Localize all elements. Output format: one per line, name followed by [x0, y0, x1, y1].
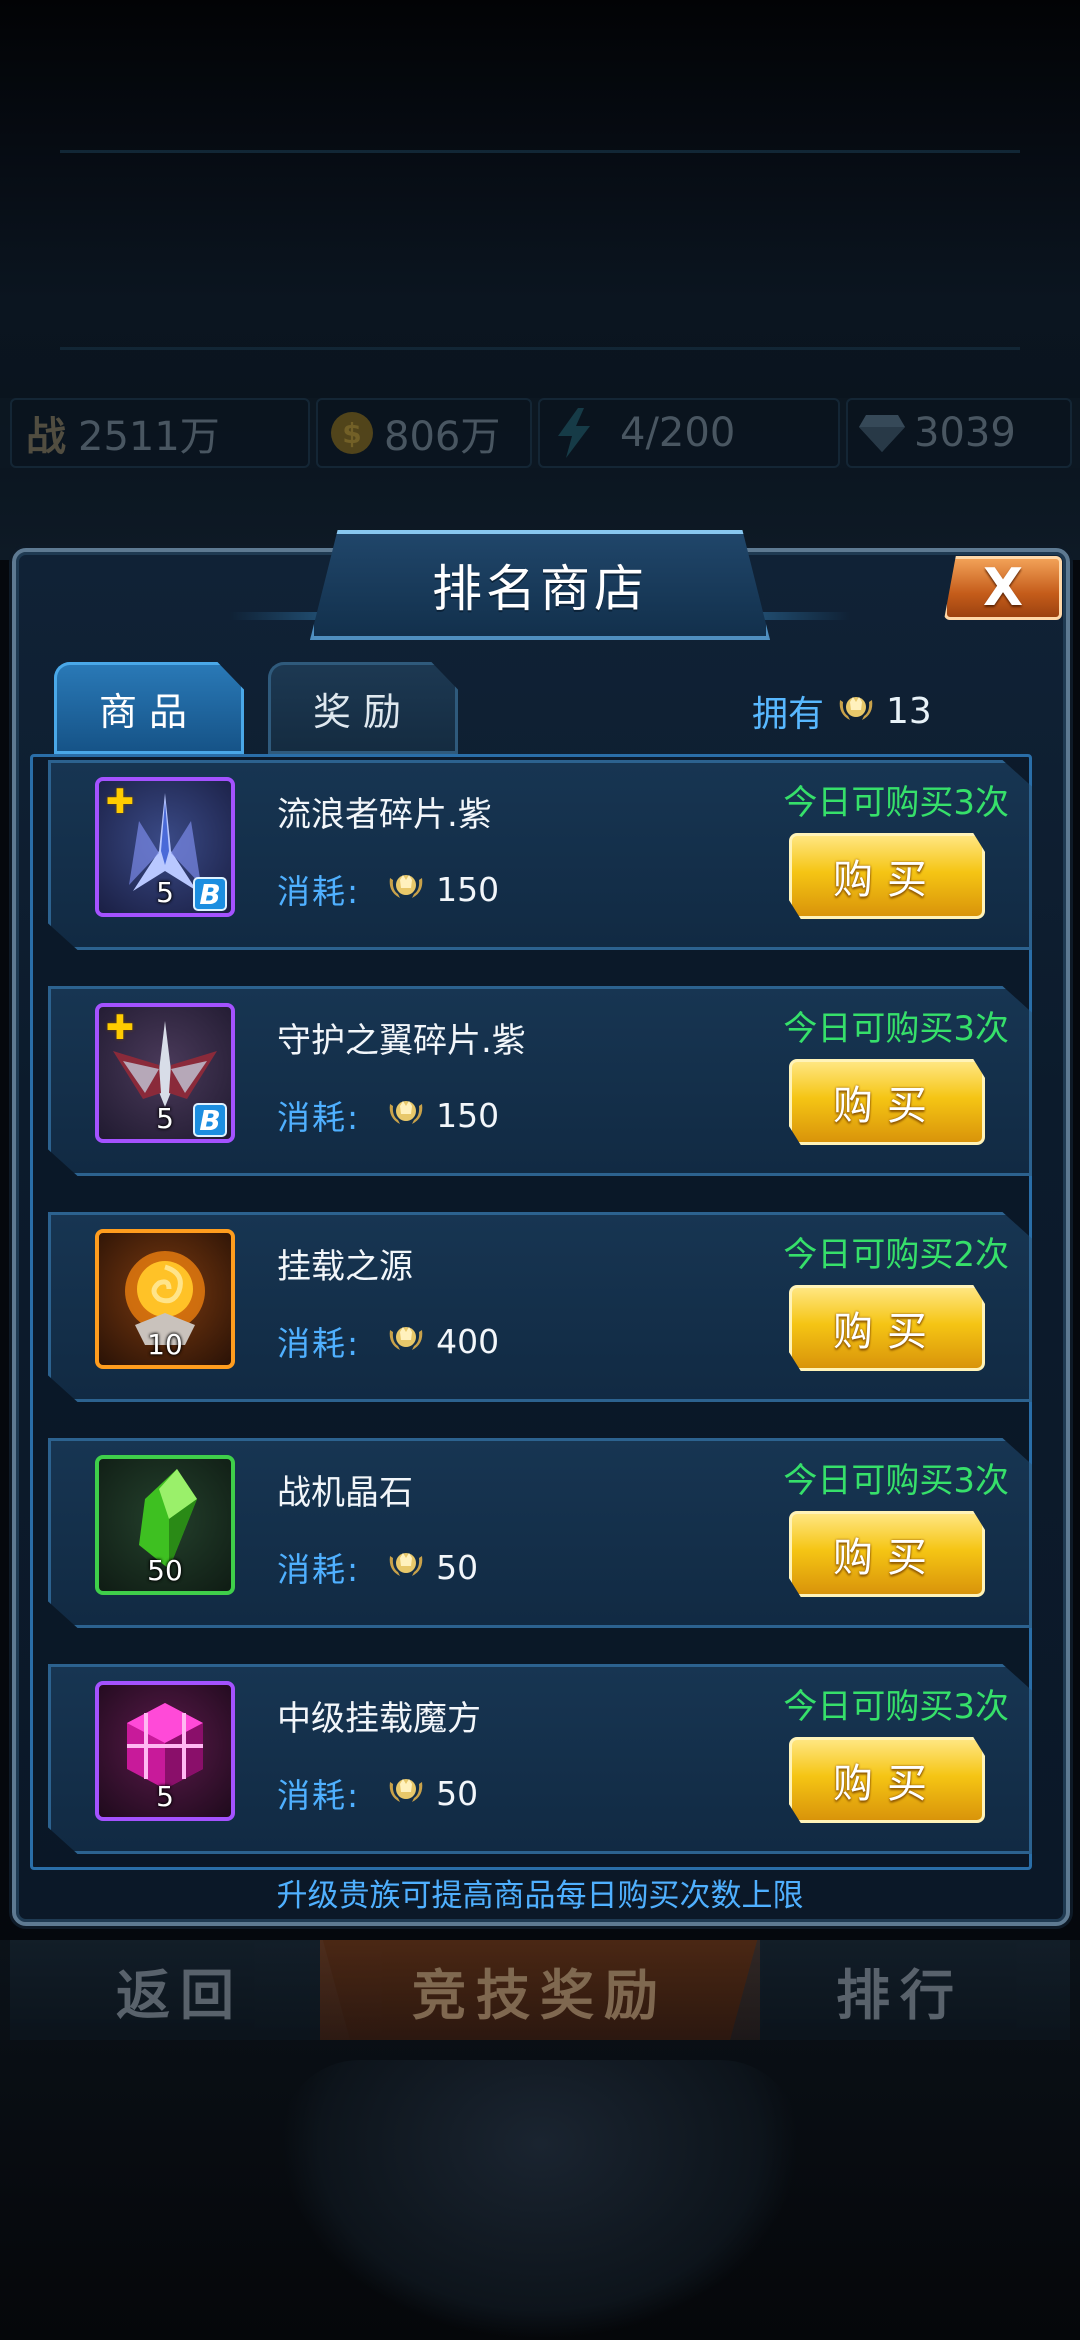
item-quantity: 10 [147, 1328, 183, 1361]
power-icon: 战 [26, 414, 66, 460]
item-cost: 消耗: 50 [277, 1543, 478, 1591]
laurel-crown-icon [386, 1094, 426, 1136]
daily-limit: 今日可购买3次 [783, 1687, 1009, 1727]
item-thumbnail[interactable]: 50 [95, 1455, 235, 1595]
owned-label: 拥有 [752, 694, 825, 735]
daily-limit: 今日可购买3次 [783, 1461, 1009, 1501]
item-thumbnail[interactable]: 5 [95, 1681, 235, 1821]
gold-value: 806万 [384, 414, 501, 460]
shop-item: ✚ 5 B 流浪者碎片.紫 消耗: 150 今日可购买3次 购买 [48, 760, 1032, 950]
buy-button[interactable]: 购买 [789, 1511, 985, 1597]
upgrade-plus-icon: ✚ [105, 1008, 135, 1048]
diamond-value: 3039 [914, 410, 1016, 456]
cost-label: 消耗: [277, 872, 361, 911]
item-name: 守护之翼碎片.紫 [277, 1021, 526, 1061]
energy-indicator: 4/200 [538, 398, 840, 468]
cost-label: 消耗: [277, 1098, 361, 1137]
cost-value: 150 [436, 869, 500, 909]
cost-value: 50 [436, 1773, 479, 1813]
power-indicator: 战 2511万 [10, 398, 310, 468]
arena-rewards-button[interactable]: 竞技奖励 [320, 1940, 760, 2040]
game-background-top [0, 0, 1080, 560]
cost-label: 消耗: [277, 1324, 361, 1363]
item-name: 流浪者碎片.紫 [277, 795, 492, 835]
buy-button[interactable]: 购买 [789, 833, 985, 919]
gold-coin-icon: $ [328, 409, 376, 457]
diamond-icon [858, 409, 906, 457]
item-quantity: 50 [147, 1554, 183, 1587]
item-name: 挂载之源 [277, 1247, 413, 1287]
shop-item: 5 中级挂载魔方 消耗: 50 今日可购买3次 购买 [48, 1664, 1032, 1854]
buy-button[interactable]: 购买 [789, 1737, 985, 1823]
item-name: 战机晶石 [277, 1473, 413, 1513]
background-frame [60, 150, 1020, 350]
cost-label: 消耗: [277, 1776, 361, 1815]
shop-item: 50 战机晶石 消耗: 50 今日可购买3次 购买 [48, 1438, 1032, 1628]
item-thumbnail[interactable]: 10 [95, 1229, 235, 1369]
item-thumbnail[interactable]: ✚ 5 B [95, 777, 235, 917]
item-cost: 消耗: 150 [277, 865, 499, 913]
buy-button[interactable]: 购买 [789, 1059, 985, 1145]
laurel-crown-icon [386, 868, 426, 910]
title-plate: 排名商店 [310, 530, 770, 640]
diamond-indicator: 3039 [846, 398, 1072, 468]
ranking-button[interactable]: 排行 [730, 1940, 1070, 2040]
laurel-crown-icon [386, 1320, 426, 1362]
laurel-crown-icon [386, 1772, 426, 1814]
cost-value: 150 [436, 1095, 500, 1135]
item-cost: 消耗: 400 [277, 1317, 499, 1365]
daily-limit: 今日可购买3次 [783, 1009, 1009, 1049]
shop-item: 10 挂载之源 消耗: 400 今日可购买2次 购买 [48, 1212, 1032, 1402]
item-cost: 消耗: 150 [277, 1091, 499, 1139]
grade-badge: B [193, 1103, 227, 1137]
background-mech [280, 2060, 800, 2340]
back-button[interactable]: 返回 [10, 1940, 350, 2040]
shop-item: ✚ 5 B 守护之翼碎片.紫 消耗: 150 今日可购买3次 购买 [48, 986, 1032, 1176]
daily-limit: 今日可购买3次 [783, 783, 1009, 823]
item-cost: 消耗: 50 [277, 1769, 478, 1817]
item-thumbnail[interactable]: ✚ 5 B [95, 1003, 235, 1143]
tab-rewards[interactable]: 奖励 [268, 662, 458, 754]
power-value: 2511万 [78, 414, 220, 460]
owned-value: 13 [886, 690, 932, 732]
energy-value: 4/200 [620, 410, 736, 456]
grade-badge: B [193, 877, 227, 911]
close-button[interactable]: X [944, 556, 1062, 620]
tab-goods[interactable]: 商品 [54, 662, 244, 754]
daily-limit: 今日可购买2次 [783, 1235, 1009, 1275]
lightning-icon [550, 408, 598, 458]
cost-label: 消耗: [277, 1550, 361, 1589]
buy-button[interactable]: 购买 [789, 1285, 985, 1371]
gold-indicator: $ 806万 [316, 398, 532, 468]
shop-title: 排名商店 [432, 560, 648, 618]
item-name: 中级挂载魔方 [277, 1699, 481, 1739]
owned-currency: 拥有 13 [752, 686, 932, 736]
vip-note: 升级贵族可提高商品每日购买次数上限 [276, 1878, 804, 1914]
cost-value: 400 [436, 1321, 500, 1361]
upgrade-plus-icon: ✚ [105, 782, 135, 822]
svg-text:$: $ [342, 417, 361, 450]
item-list[interactable]: ✚ 5 B 流浪者碎片.紫 消耗: 150 今日可购买3次 购买 ✚ 5 B 守… [48, 760, 1032, 1860]
laurel-crown-icon [836, 690, 876, 733]
item-quantity: 5 [156, 1780, 174, 1813]
cost-value: 50 [436, 1547, 479, 1587]
laurel-crown-icon [386, 1546, 426, 1588]
